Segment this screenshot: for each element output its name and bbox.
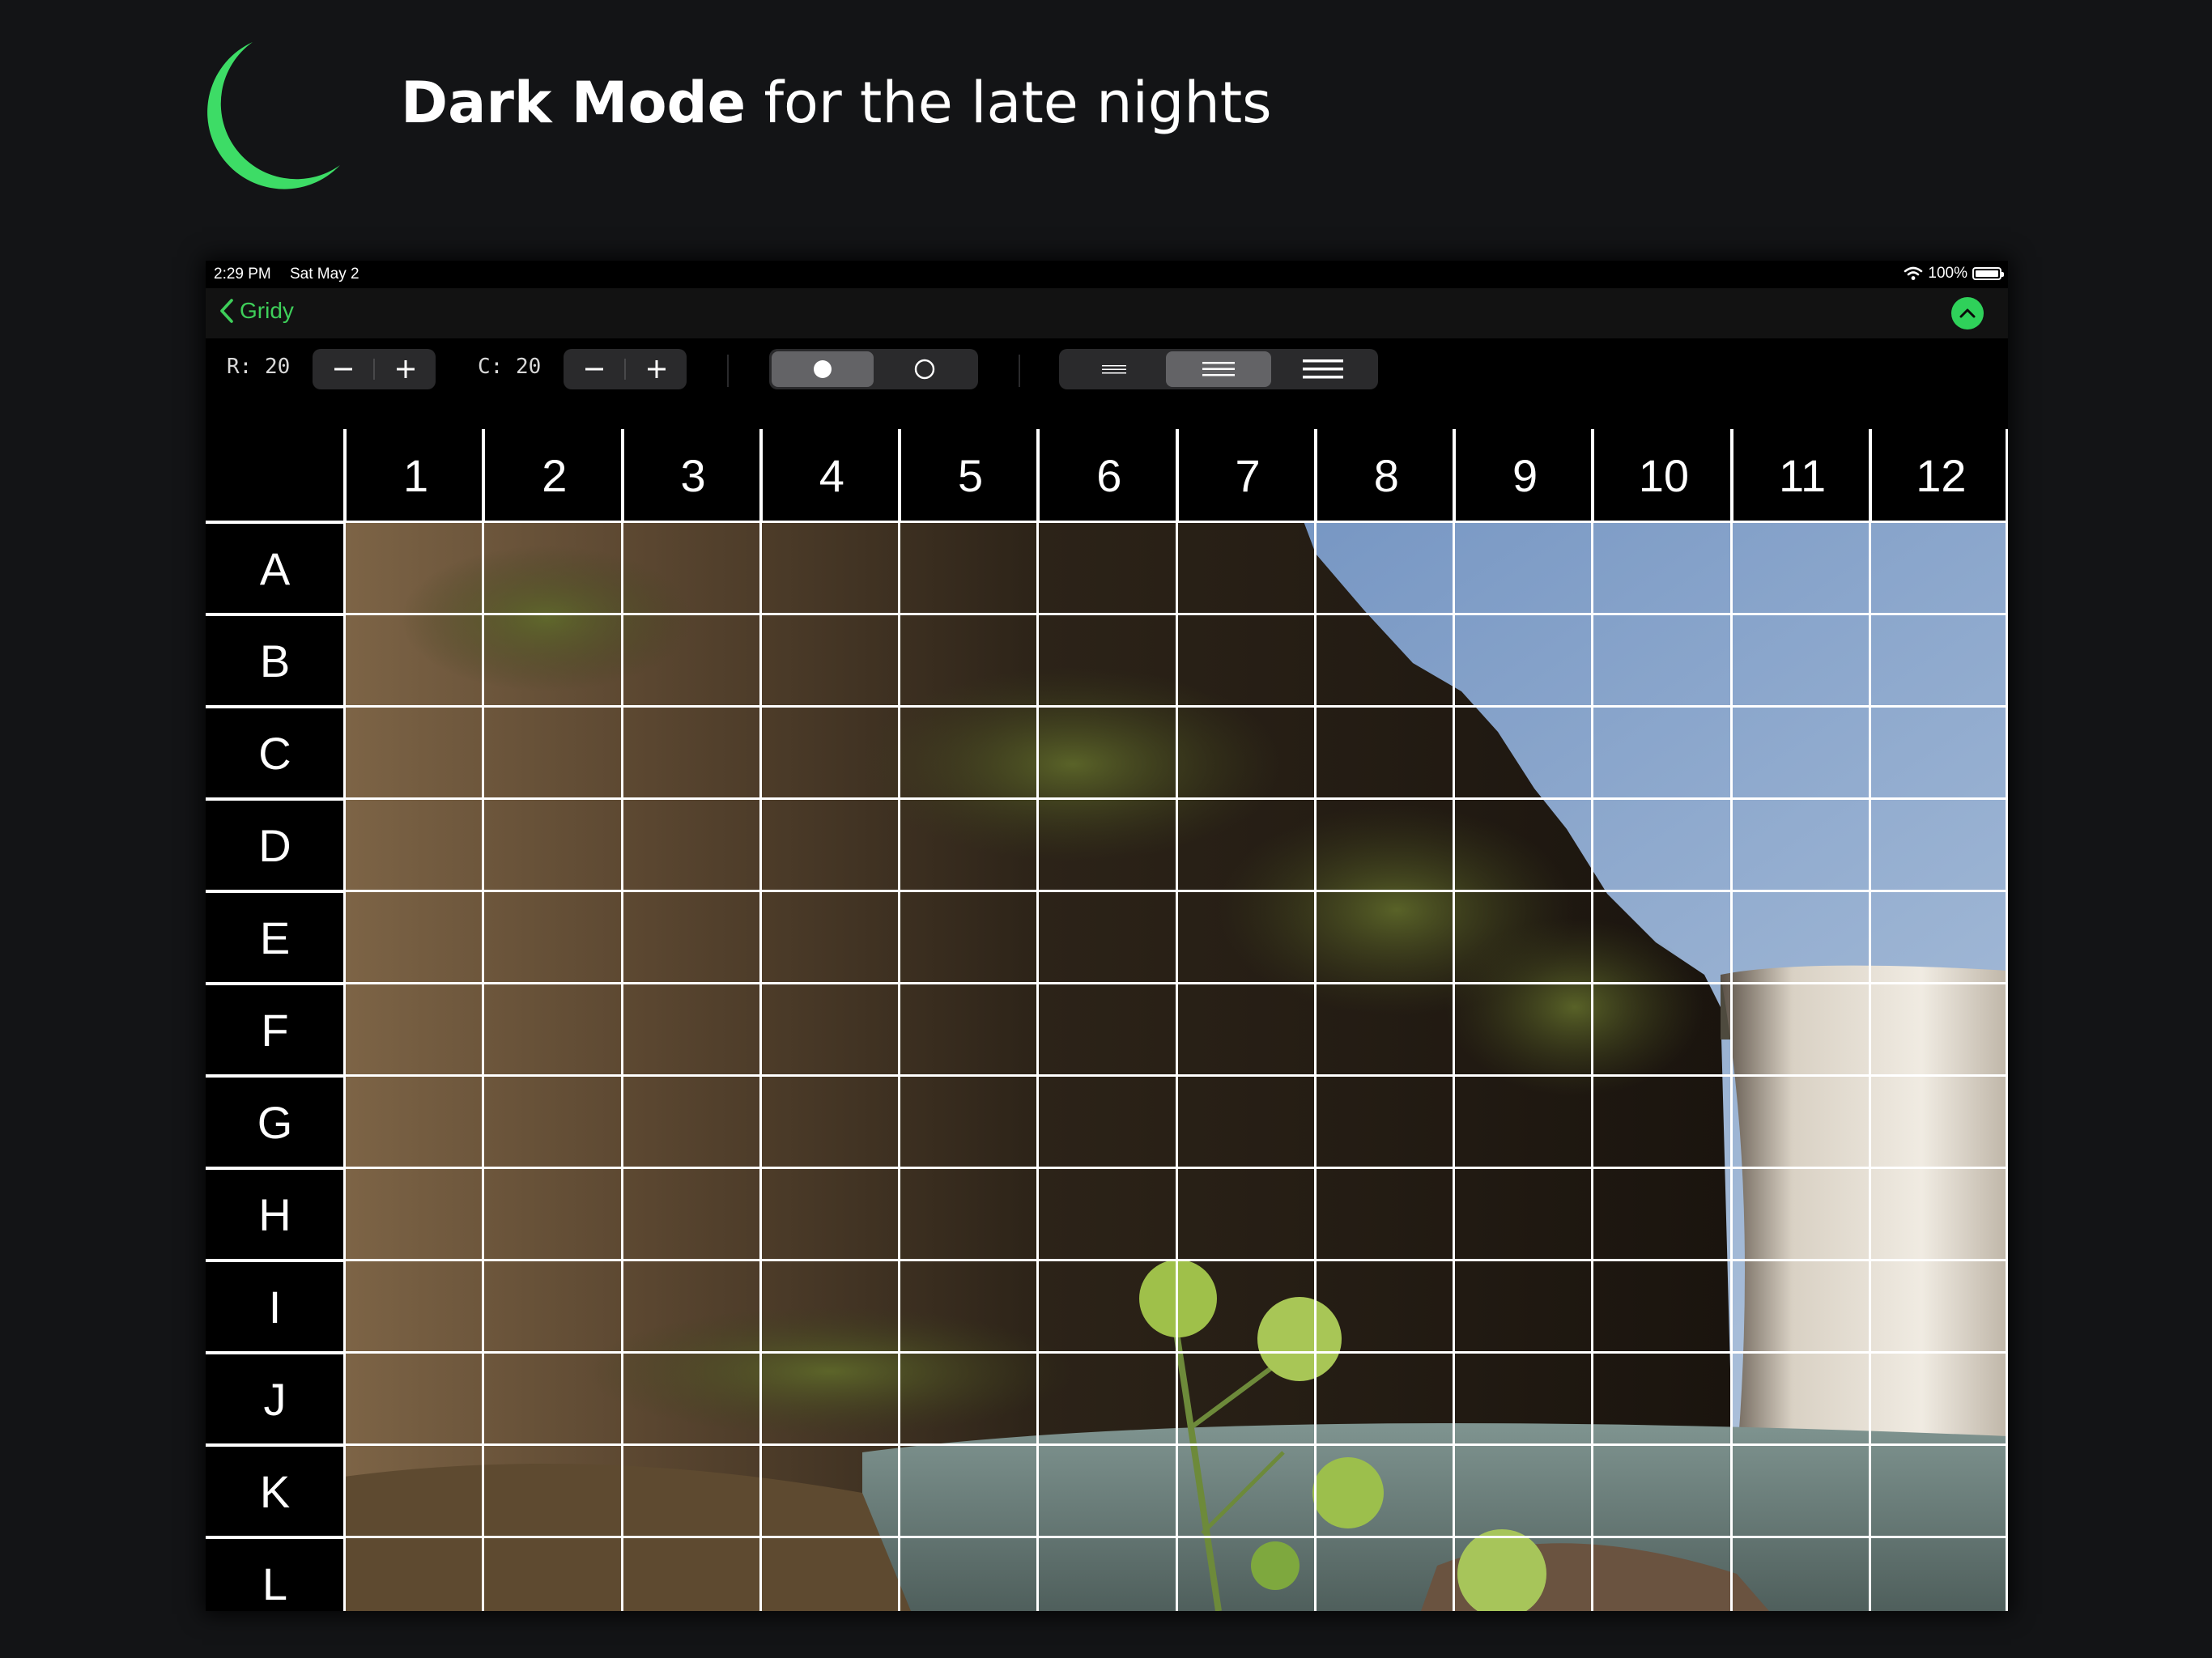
rows-stepper[interactable] (313, 349, 436, 389)
medium-lines-icon (1202, 362, 1235, 376)
row-header-F: F (206, 983, 344, 1075)
minus-icon (334, 368, 352, 371)
grid-line-vertical (343, 429, 346, 1611)
hero-title-rest: for the late nights (746, 70, 1272, 136)
navigation-bar: Gridy (206, 288, 2008, 338)
grid-line-vertical (1453, 429, 1455, 1611)
grid-line-vertical (898, 429, 900, 1611)
column-header-11: 11 (1730, 429, 1872, 521)
grid-line-vertical (1313, 429, 1317, 1611)
columns-decrement-button[interactable] (564, 349, 624, 389)
columns-increment-button[interactable] (626, 349, 687, 389)
grid-line-horizontal (206, 1536, 2008, 1538)
back-button-label: Gridy (240, 298, 294, 323)
column-header-5: 5 (899, 429, 1040, 521)
grid-line-vertical (759, 429, 762, 1611)
marker-style-segmented-control[interactable] (769, 349, 978, 389)
line-thickness-segmented-control[interactable] (1059, 349, 1378, 389)
chevron-left-icon (220, 299, 233, 323)
minus-icon (585, 368, 603, 371)
outline-circle-icon (914, 359, 935, 380)
thin-lines-option[interactable] (1061, 351, 1166, 387)
back-button[interactable]: Gridy (219, 298, 294, 324)
grid-line-vertical (1591, 429, 1594, 1611)
thin-lines-icon (1101, 365, 1126, 374)
column-header-2: 2 (483, 429, 624, 521)
status-right: 100% (1904, 265, 2004, 283)
chevron-up-icon (1959, 308, 1976, 318)
status-bar: 2:29 PM Sat May 2 100% (206, 261, 2008, 288)
row-header-J: J (206, 1352, 344, 1444)
column-header-8: 8 (1314, 429, 1456, 521)
column-header-3: 3 (621, 429, 763, 521)
column-header-9: 9 (1453, 429, 1595, 521)
filled-circle-icon (814, 360, 832, 378)
row-header-I: I (206, 1260, 344, 1352)
row-header-L: L (206, 1537, 344, 1611)
grid-line-horizontal (206, 890, 2008, 892)
column-header-6: 6 (1037, 429, 1179, 521)
hero-title: Dark Mode for the late nights (401, 74, 1272, 131)
grid-line-vertical (1175, 429, 1178, 1611)
grid-line-horizontal (206, 613, 2008, 615)
row-header-C: C (206, 706, 344, 798)
row-header-K: K (206, 1444, 344, 1537)
row-header-H: H (206, 1167, 344, 1260)
grid-line-horizontal (206, 797, 2008, 800)
grid-line-horizontal (206, 982, 2008, 984)
moon-icon (207, 42, 340, 189)
grid-line-horizontal (206, 705, 2008, 708)
column-header-4: 4 (759, 429, 901, 521)
thick-lines-icon (1303, 359, 1344, 379)
plus-icon (396, 360, 415, 378)
grid-area: 1 2 3 4 5 6 7 8 9 10 11 12 A B C D E F G H I J K L (206, 429, 2008, 1611)
wifi-icon (1904, 266, 1923, 280)
column-header-1: 1 (344, 429, 486, 521)
row-header-A: A (206, 521, 344, 614)
grid-corner (206, 429, 344, 521)
toolbar-divider (1019, 355, 1020, 387)
grid-line-vertical (620, 429, 623, 1611)
grid-toolbar: R: 20 C: 20 (206, 338, 2008, 400)
row-header-B: B (206, 614, 344, 706)
grid-line-horizontal (206, 1074, 2008, 1077)
battery-percent: 100% (1928, 265, 1967, 282)
grid-line-vertical (1868, 429, 1871, 1611)
filled-circle-option[interactable] (772, 351, 874, 387)
grid-line-horizontal (206, 1167, 2008, 1169)
row-header-E: E (206, 891, 344, 983)
toolbar-divider (727, 355, 729, 387)
row-header-D: D (206, 798, 344, 891)
grid-line-vertical (1729, 429, 1733, 1611)
grid-line-horizontal (206, 521, 2008, 523)
medium-lines-option[interactable] (1166, 351, 1271, 387)
plus-icon (647, 360, 666, 378)
status-time: 2:29 PM (214, 266, 271, 283)
grid-line-horizontal (206, 1443, 2008, 1446)
status-date: Sat May 2 (290, 266, 359, 283)
columns-stepper[interactable] (564, 349, 687, 389)
row-header-G: G (206, 1075, 344, 1167)
grid-line-horizontal (206, 1259, 2008, 1261)
grid-line-vertical (482, 429, 485, 1611)
column-header-7: 7 (1176, 429, 1317, 521)
column-header-10: 10 (1592, 429, 1733, 521)
rows-increment-button[interactable] (375, 349, 436, 389)
battery-icon (1972, 267, 2004, 280)
grid-line-vertical (1036, 429, 1040, 1611)
outline-circle-option[interactable] (874, 351, 976, 387)
columns-count-label: C: 20 (478, 355, 542, 379)
grid-line-horizontal (206, 1351, 2008, 1354)
rows-count-label: R: 20 (227, 355, 291, 379)
app-screen: 2:29 PM Sat May 2 100% Gridy R: 20 C: 20… (206, 261, 2008, 1611)
rows-decrement-button[interactable] (313, 349, 373, 389)
hero-title-bold: Dark Mode (401, 70, 747, 136)
collapse-button[interactable] (1951, 297, 1984, 329)
column-header-12: 12 (1869, 429, 2008, 521)
thick-lines-option[interactable] (1271, 351, 1376, 387)
grid-line-vertical (2006, 429, 2008, 1611)
